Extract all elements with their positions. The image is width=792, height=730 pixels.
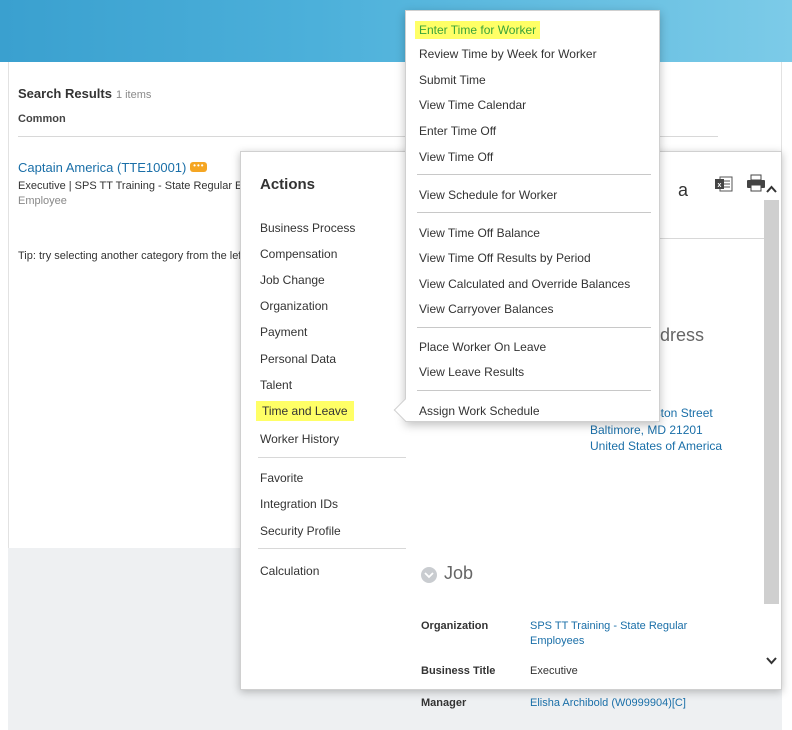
menu-view-time-calendar[interactable]: View Time Calendar	[419, 98, 526, 112]
header-banner	[0, 0, 792, 62]
divider	[417, 390, 651, 391]
menu-view-schedule-for-worker[interactable]: View Schedule for Worker	[419, 188, 557, 202]
search-results-count: 1 items	[115, 89, 152, 101]
action-compensation[interactable]: Compensation	[260, 247, 337, 261]
menu-view-time-off-balance[interactable]: View Time Off Balance	[419, 226, 540, 240]
menu-view-time-off-results-by-period[interactable]: View Time Off Results by Period	[419, 251, 591, 265]
search-results-heading: Search Results 1 items	[18, 86, 151, 101]
worker-name-partial: a	[678, 180, 689, 200]
action-worker-history[interactable]: Worker History	[260, 432, 339, 446]
field-label: Business Title	[421, 665, 496, 677]
divider	[660, 238, 770, 239]
chevron-down-icon[interactable]	[764, 652, 779, 668]
search-result-item[interactable]: Captain America (TTE10001) •••	[18, 160, 208, 175]
menu-view-calculated-override-balances[interactable]: View Calculated and Override Balances	[419, 277, 630, 291]
action-job-change[interactable]: Job Change	[260, 273, 325, 287]
divider	[258, 457, 406, 458]
menu-review-time-by-week[interactable]: Review Time by Week for Worker	[419, 47, 597, 61]
action-integration-ids[interactable]: Integration IDs	[260, 497, 338, 511]
divider	[417, 212, 651, 213]
svg-text:x: x	[718, 182, 722, 189]
menu-submit-time[interactable]: Submit Time	[419, 73, 486, 87]
more-actions-icon[interactable]: •••	[190, 161, 208, 172]
address-line[interactable]: United States of America	[590, 439, 722, 453]
action-business-process[interactable]: Business Process	[260, 221, 355, 235]
menu-view-leave-results[interactable]: View Leave Results	[419, 365, 524, 379]
action-favorite[interactable]: Favorite	[260, 471, 303, 485]
menu-place-worker-on-leave[interactable]: Place Worker On Leave	[419, 340, 546, 354]
chevron-up-icon[interactable]	[764, 182, 779, 198]
action-calculation[interactable]: Calculation	[260, 564, 319, 578]
action-security-profile[interactable]: Security Profile	[260, 524, 341, 538]
business-title-value: Executive	[530, 665, 578, 677]
menu-view-carryover-balances[interactable]: View Carryover Balances	[419, 302, 554, 316]
divider	[417, 327, 651, 328]
search-category[interactable]: Common	[18, 113, 66, 125]
menu-view-time-off[interactable]: View Time Off	[419, 150, 493, 164]
expand-circle-icon[interactable]	[420, 566, 438, 584]
scrollbar-thumb[interactable]	[764, 200, 779, 604]
address-line[interactable]: Baltimore, MD 21201	[590, 423, 703, 437]
actions-title: Actions	[260, 176, 316, 193]
excel-icon[interactable]: x	[715, 176, 733, 192]
job-section-title: Job	[444, 563, 474, 583]
action-time-and-leave[interactable]: Time and Leave	[256, 401, 354, 421]
menu-enter-time-for-worker[interactable]: Enter Time for Worker	[415, 21, 541, 39]
search-results-title: Search Results	[18, 86, 112, 101]
organization-link[interactable]: SPS TT Training - State Regular Employee…	[530, 619, 730, 649]
action-talent[interactable]: Talent	[260, 378, 292, 392]
time-and-leave-submenu	[405, 10, 660, 422]
divider	[417, 174, 651, 175]
action-organization[interactable]: Organization	[260, 299, 328, 313]
result-subtitle: Executive | SPS TT Training - State Regu…	[18, 180, 240, 192]
manager-link[interactable]: Elisha Archibold (W0999904)[C]	[530, 696, 686, 711]
action-personal-data[interactable]: Personal Data	[260, 352, 336, 366]
result-type: Employee	[18, 195, 67, 207]
print-icon[interactable]	[746, 174, 766, 192]
menu-assign-work-schedule[interactable]: Assign Work Schedule	[419, 404, 540, 418]
result-name-link[interactable]: Captain America (TTE10001)	[18, 160, 186, 175]
divider	[258, 548, 406, 549]
search-tip: Tip: try selecting another category from…	[18, 250, 240, 262]
menu-enter-time-off[interactable]: Enter Time Off	[419, 124, 496, 138]
address-heading: dress	[660, 325, 705, 345]
field-label: Organization	[421, 620, 489, 632]
field-label: Manager	[421, 697, 467, 709]
action-payment[interactable]: Payment	[260, 325, 307, 339]
